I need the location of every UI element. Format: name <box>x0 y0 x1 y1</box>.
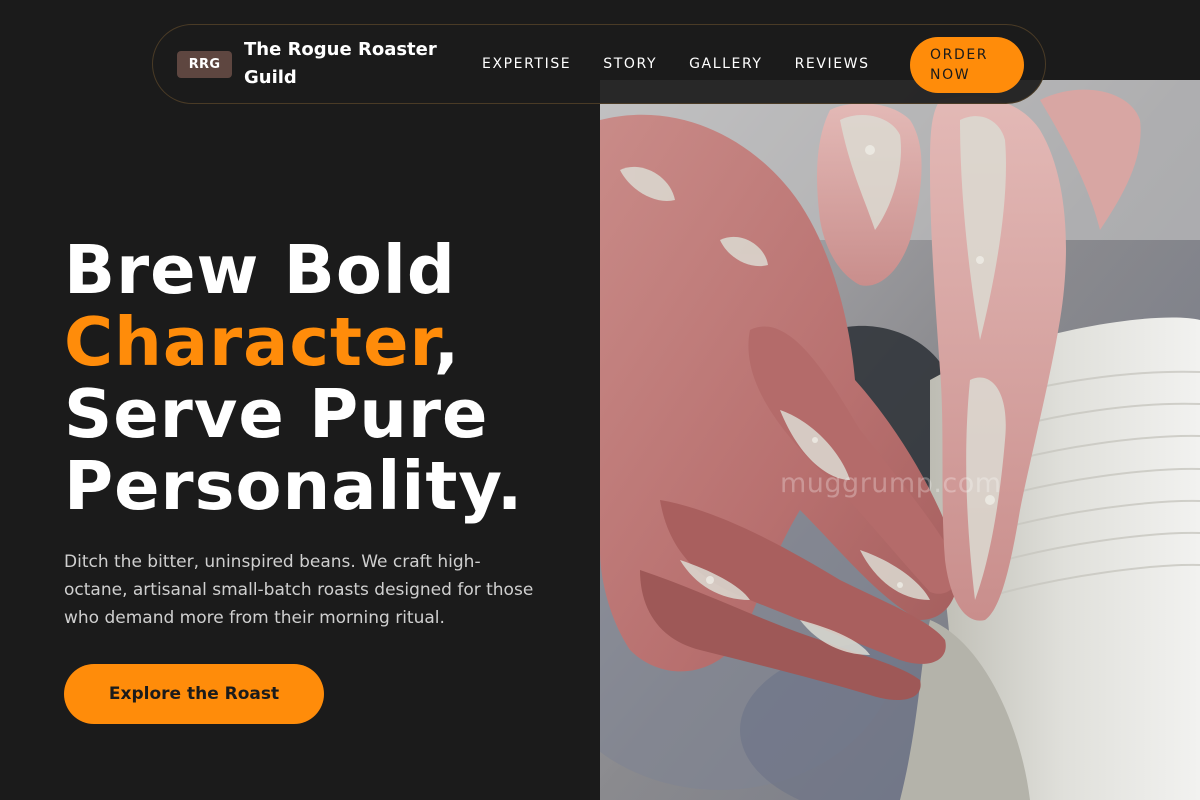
nav-link-expertise[interactable]: EXPERTISE <box>482 56 571 72</box>
headline-line-4: Personality. <box>64 447 524 525</box>
hero-headline: Brew Bold Character, Serve Pure Personal… <box>64 234 523 522</box>
headline-comma: , <box>433 303 461 381</box>
brand-logo[interactable]: RRG The Rogue Roaster Guild <box>177 36 459 92</box>
nav-link-gallery[interactable]: GALLERY <box>689 56 762 72</box>
main-navigation: RRG The Rogue Roaster Guild EXPERTISE ST… <box>152 24 1046 104</box>
headline-line-1: Brew Bold <box>64 231 456 309</box>
brand-badge: RRG <box>177 50 232 78</box>
hero-image-pottery-hands: muggrump.com <box>600 80 1200 800</box>
image-watermark: muggrump.com <box>780 468 1002 499</box>
headline-line-3: Serve Pure <box>64 375 489 453</box>
headline-accent-word: Character <box>64 303 434 381</box>
hero-description: Ditch the bitter, uninspired beans. We c… <box>64 552 534 628</box>
brand-name: The Rogue Roaster Guild <box>244 39 437 88</box>
nav-link-story[interactable]: STORY <box>603 56 657 72</box>
nav-link-reviews[interactable]: REVIEWS <box>795 56 870 72</box>
nav-links: EXPERTISE STORY GALLERY REVIEWS <box>482 56 902 72</box>
explore-roast-button[interactable]: Explore the Roast <box>64 664 324 724</box>
pottery-illustration <box>600 80 1200 800</box>
landing-page: muggrump.com RRG The Rogue Roaster Guild… <box>0 0 1200 800</box>
order-now-button[interactable]: ORDER NOW <box>910 37 1024 93</box>
